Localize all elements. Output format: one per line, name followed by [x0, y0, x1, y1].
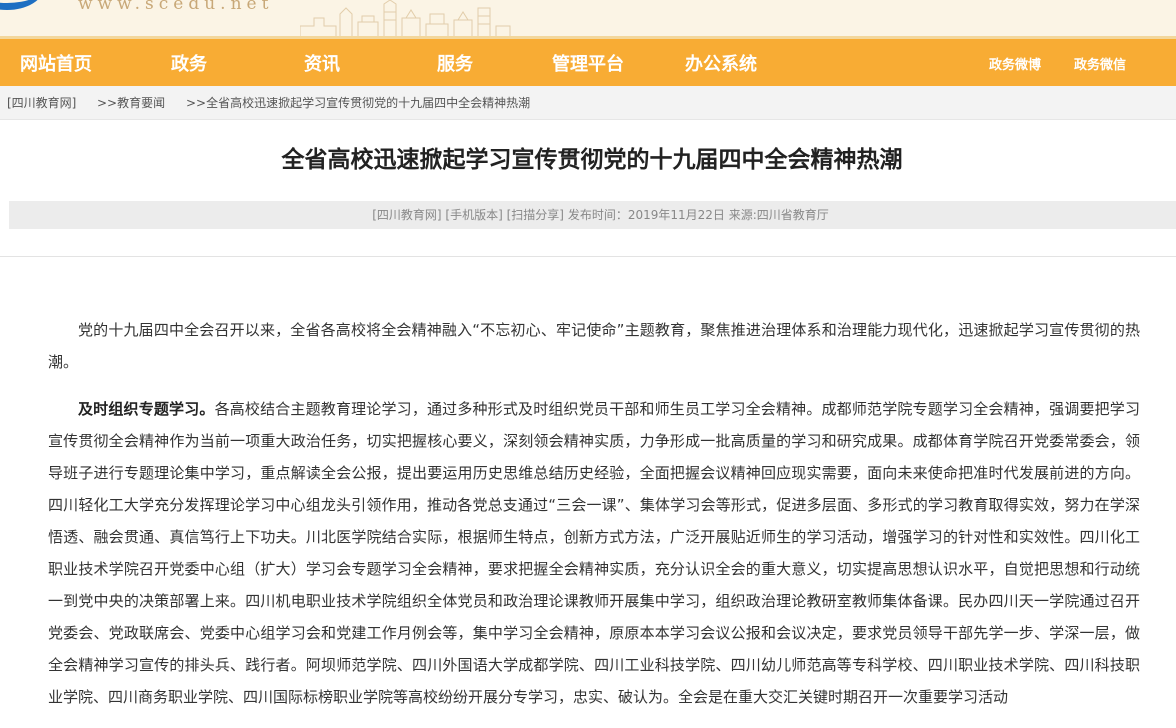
site-logo-swoosh[interactable] — [0, 0, 44, 10]
city-skyline-illustration — [300, 0, 511, 36]
header-divider — [0, 256, 1176, 257]
nav-item-management-platform[interactable]: 管理平台 — [552, 50, 624, 76]
nav-item-government[interactable]: 政务 — [171, 50, 207, 76]
article-paragraph-1: 党的十九届四中全会召开以来，全省各高校将全会精神融入“不忘初心、牢记使命”主题教… — [48, 314, 1140, 378]
nav-link-gov-weibo[interactable]: 政务微博 — [989, 54, 1041, 73]
top-banner: www.scedu.net — [0, 0, 1176, 36]
nav-item-services[interactable]: 服务 — [437, 50, 473, 76]
breadcrumb-current: >>全省高校迅速掀起学习宣传贯彻党的十九届四中全会精神热潮 — [186, 96, 531, 110]
breadcrumb: [四川教育网] >>教育要闻 >>全省高校迅速掀起学习宣传贯彻党的十九届四中全会… — [0, 86, 1176, 120]
article-meta-inner: [四川教育网] [手机版本] [扫描分享] 发布时间：2019年11月22日 来… — [9, 201, 1176, 229]
paragraph-1-text: 党的十九届四中全会召开以来，全省各高校将全会精神融入“不忘初心、牢记使命”主题教… — [48, 321, 1140, 371]
nav-item-office-system[interactable]: 办公系统 — [685, 50, 757, 76]
nav-item-home[interactable]: 网站首页 — [20, 50, 92, 76]
meta-publish-time: 发布时间：2019年11月22日 — [567, 208, 725, 222]
meta-site-link[interactable]: [四川教育网] — [372, 208, 441, 222]
breadcrumb-section[interactable]: >>教育要闻 — [97, 86, 165, 120]
main-nav: 网站首页 政务 资讯 服务 管理平台 办公系统 政务微博 政务微信 — [0, 36, 1176, 86]
article-paragraph-2: 及时组织专题学习。各高校结合主题教育理论学习，通过多种形式及时组织党员干部和师生… — [48, 393, 1140, 713]
meta-source: 来源:四川省教育厅 — [728, 208, 829, 222]
nav-item-news[interactable]: 资讯 — [304, 50, 340, 76]
breadcrumb-home[interactable]: [四川教育网] — [7, 86, 76, 120]
paragraph-2-text: 各高校结合主题教育理论学习，通过多种形式及时组织党员干部和师生员工学习全会精神。… — [48, 400, 1140, 706]
meta-mobile-link[interactable]: [手机版本] — [445, 208, 502, 222]
article-meta-bar: [四川教育网] [手机版本] [扫描分享] 发布时间：2019年11月22日 来… — [9, 201, 1176, 229]
site-url: www.scedu.net — [78, 0, 274, 14]
article-body: 党的十九届四中全会召开以来，全省各高校将全会精神融入“不忘初心、牢记使命”主题教… — [48, 314, 1140, 728]
article-title: 全省高校迅速掀起学习宣传贯彻党的十九届四中全会精神热潮 — [281, 147, 903, 173]
meta-scan-share-link[interactable]: [扫描分享] — [507, 208, 564, 222]
nav-link-gov-wechat[interactable]: 政务微信 — [1074, 54, 1126, 73]
paragraph-2-lead: 及时组织专题学习。 — [78, 400, 215, 418]
